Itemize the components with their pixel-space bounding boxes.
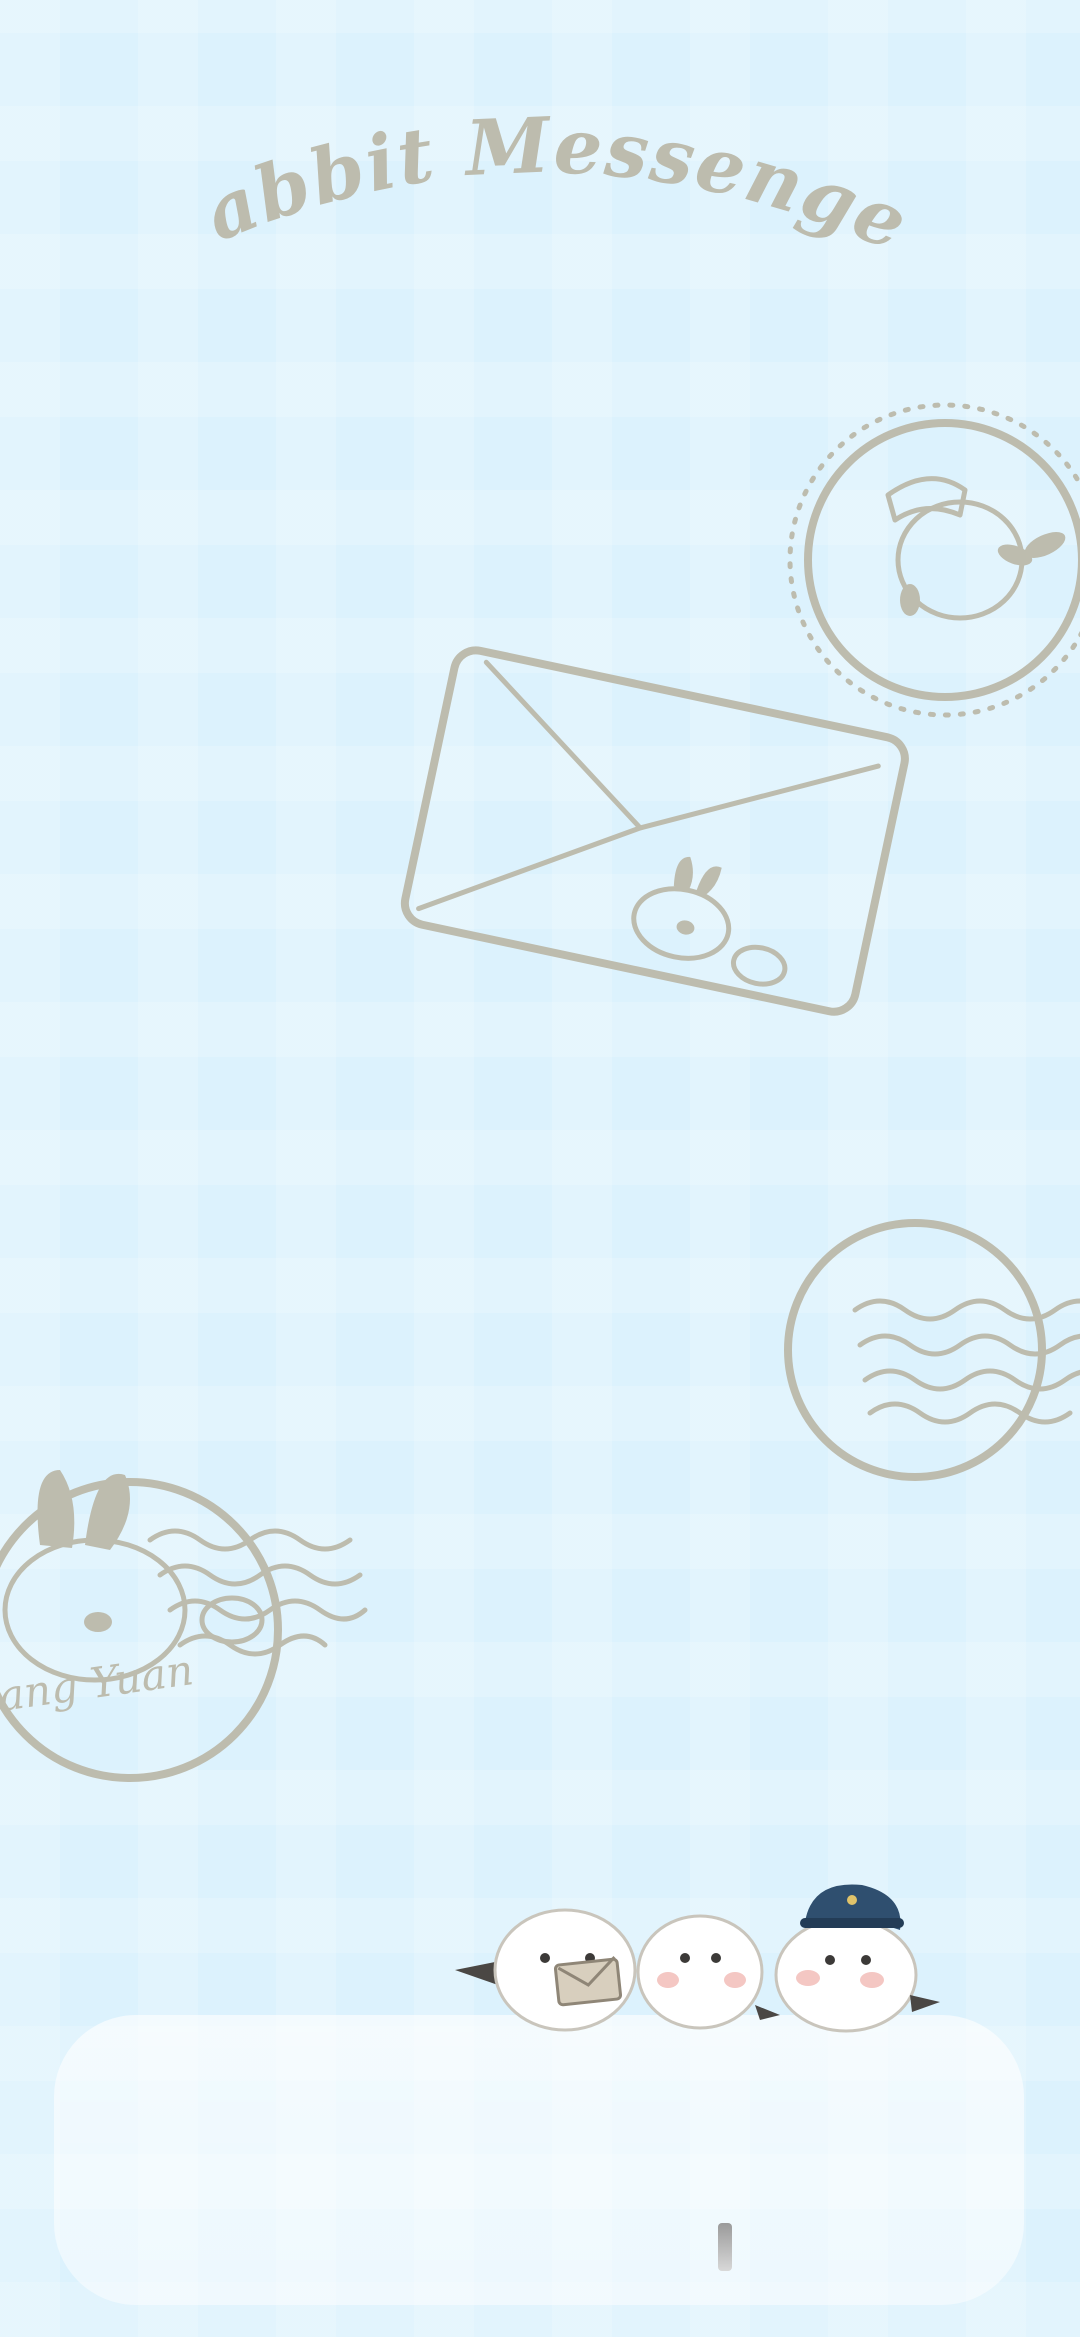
- wallpaper-title: Rabbit Messenger: [0, 0, 922, 269]
- svg-text:Rabbit Messenger: Rabbit Messenger: [0, 0, 922, 269]
- home-indicator[interactable]: [718, 2223, 732, 2271]
- postmark-icon: [784, 1219, 1080, 1481]
- three-birds-icon: [455, 1884, 940, 2033]
- watermark-text: [752, 2228, 942, 2268]
- stamp-caption: ang Yuan: [0, 1645, 197, 1721]
- rabbit-stamp-icon: [0, 1470, 368, 1782]
- title-text: Rabbit Messenger: [0, 0, 920, 269]
- rabbit-postman-stamp-icon: [787, 402, 1080, 718]
- envelope-rabbit-icon: [400, 646, 909, 1016]
